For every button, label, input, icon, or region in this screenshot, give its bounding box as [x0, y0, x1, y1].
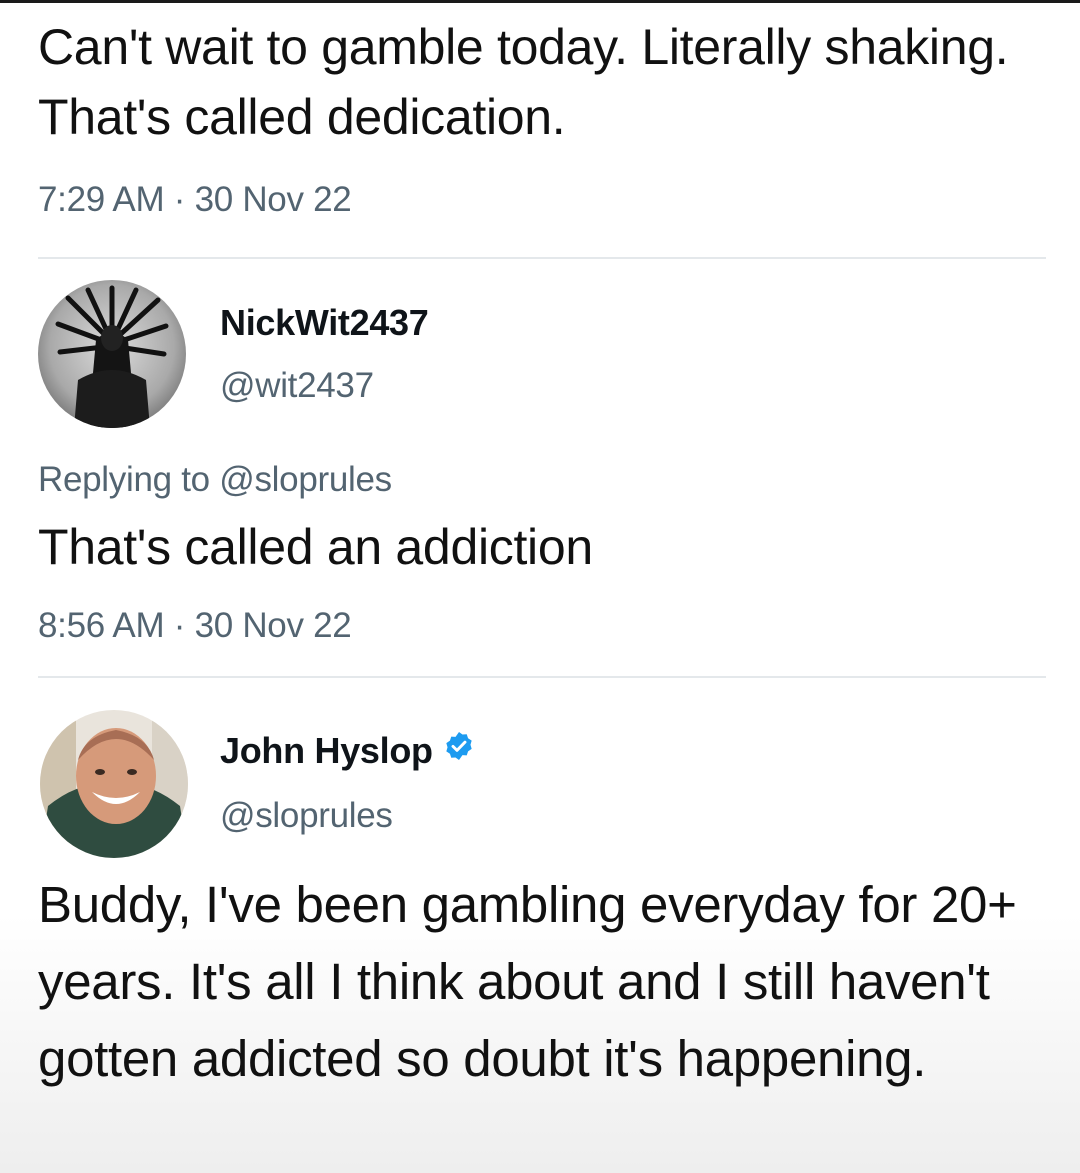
- verified-badge-icon: [443, 729, 475, 771]
- tweet-date: 30 Nov 22: [194, 180, 352, 219]
- meta-separator: ·: [173, 180, 186, 219]
- reply-2-text: Buddy, I've been gambling everyday for 2…: [38, 876, 1017, 1087]
- top-edge-divider: [0, 0, 1080, 3]
- reply-1-text: That's called an addiction: [38, 519, 593, 575]
- replying-to-line: Replying to @sloprules: [38, 460, 392, 500]
- handle-nickwit[interactable]: @wit2437: [220, 366, 374, 406]
- tweet-divider: [38, 676, 1046, 678]
- avatar-john-hyslop[interactable]: [40, 710, 188, 858]
- dark-figure-avatar-icon: [38, 280, 186, 428]
- replying-label: Replying to: [38, 460, 210, 499]
- original-tweet-text: Can't wait to gamble today. Literally sh…: [38, 19, 1009, 145]
- tweet-time: 8:56 AM: [38, 606, 165, 645]
- avatar-nickwit[interactable]: [38, 280, 186, 428]
- display-name-text: John Hyslop: [220, 730, 433, 771]
- display-name-john-hyslop[interactable]: John Hyslop: [220, 730, 475, 772]
- tweet-date: 30 Nov 22: [194, 606, 352, 645]
- smiling-man-avatar-icon: [40, 710, 188, 858]
- display-name-nickwit[interactable]: NickWit2437: [220, 302, 429, 344]
- reply-1-timestamp[interactable]: 8:56 AM · 30 Nov 22: [38, 606, 352, 646]
- tweet-divider: [38, 257, 1046, 259]
- meta-separator: ·: [173, 606, 186, 645]
- handle-john-hyslop[interactable]: @sloprules: [220, 796, 393, 836]
- tweet-time: 7:29 AM: [38, 180, 165, 219]
- replying-to-mention-link[interactable]: @sloprules: [219, 460, 392, 499]
- original-tweet-timestamp[interactable]: 7:29 AM · 30 Nov 22: [38, 180, 352, 220]
